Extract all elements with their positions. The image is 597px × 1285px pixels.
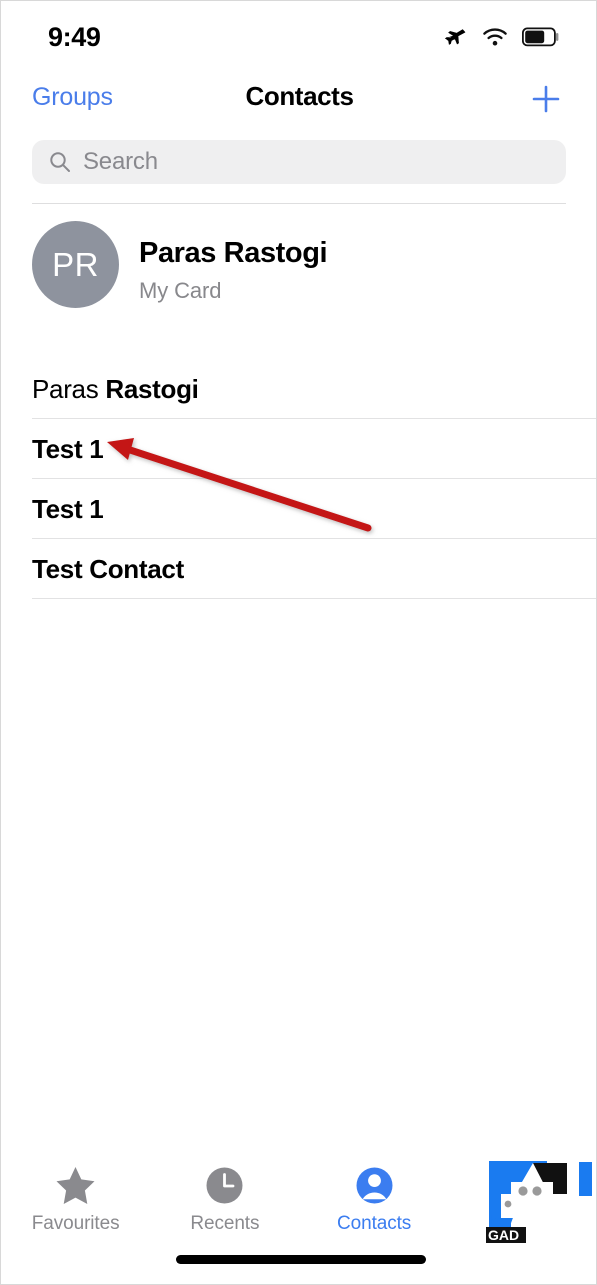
tab-label-contacts: Contacts — [337, 1213, 412, 1234]
search-divider — [32, 203, 566, 204]
home-indicator — [176, 1255, 426, 1264]
search-input[interactable]: Search — [32, 140, 566, 184]
tab-recents[interactable]: Recents — [150, 1163, 299, 1255]
arrow-annotation — [107, 438, 372, 532]
search-icon — [50, 152, 70, 172]
contact-name: Test 1 — [32, 433, 104, 465]
contact-row[interactable]: Paras Rastogi — [1, 359, 596, 419]
contact-last-name: Test Contact — [32, 553, 184, 584]
tab-favourites[interactable]: Favourites — [1, 1163, 150, 1255]
watermark-line2: GAD — [488, 1227, 519, 1243]
contact-row[interactable]: Test 1 — [1, 479, 596, 539]
tab-label-favourites: Favourites — [31, 1213, 120, 1234]
clock-icon — [202, 1163, 247, 1208]
contact-name: Test 1 — [32, 493, 104, 525]
contact-row[interactable]: Test 1 — [1, 419, 596, 479]
contact-first-name: Paras — [32, 373, 106, 404]
contact-row[interactable]: Test Contact — [1, 539, 596, 599]
search-placeholder: Search — [83, 148, 158, 175]
avatar: PR — [32, 221, 119, 308]
star-icon — [53, 1163, 98, 1208]
contact-name: Test Contact — [32, 554, 184, 585]
tab-label-recents: Recents — [190, 1213, 260, 1234]
contact-last-name: Test 1 — [32, 433, 104, 464]
add-contact-button[interactable] — [524, 77, 568, 121]
iphone-screen: 9:49 Groups Contacts Search PR Paras Ras… — [0, 0, 597, 1285]
contact-last-name: Rastogi — [105, 373, 199, 404]
status-bar-icons — [442, 24, 560, 50]
contact-last-name: Test 1 — [32, 493, 104, 524]
person-circle-icon — [352, 1163, 397, 1208]
battery-icon — [522, 27, 559, 47]
airplane-mode-icon — [444, 29, 466, 45]
tab-contacts[interactable]: Contacts — [300, 1163, 449, 1255]
plus-icon — [532, 85, 560, 113]
avatar-initials: PR — [52, 245, 99, 283]
contacts-list: Paras Rastogi Test 1 Test 1 Test Contact — [1, 359, 596, 599]
navigation-bar: Groups Contacts — [1, 77, 596, 129]
row-divider — [32, 598, 596, 599]
status-bar: 9:49 — [1, 1, 596, 73]
my-card-name: Paras Rastogi — [139, 237, 328, 269]
status-bar-time: 9:49 — [48, 21, 101, 52]
my-card-row[interactable]: PR Paras Rastogi My Card — [1, 215, 596, 315]
watermark-overlay: key GAD — [486, 1161, 592, 1243]
wifi-icon — [483, 28, 507, 46]
contact-name: Paras Rastogi — [32, 374, 199, 405]
my-card-subtitle: My Card — [139, 278, 222, 303]
page-title: Contacts — [245, 81, 354, 111]
